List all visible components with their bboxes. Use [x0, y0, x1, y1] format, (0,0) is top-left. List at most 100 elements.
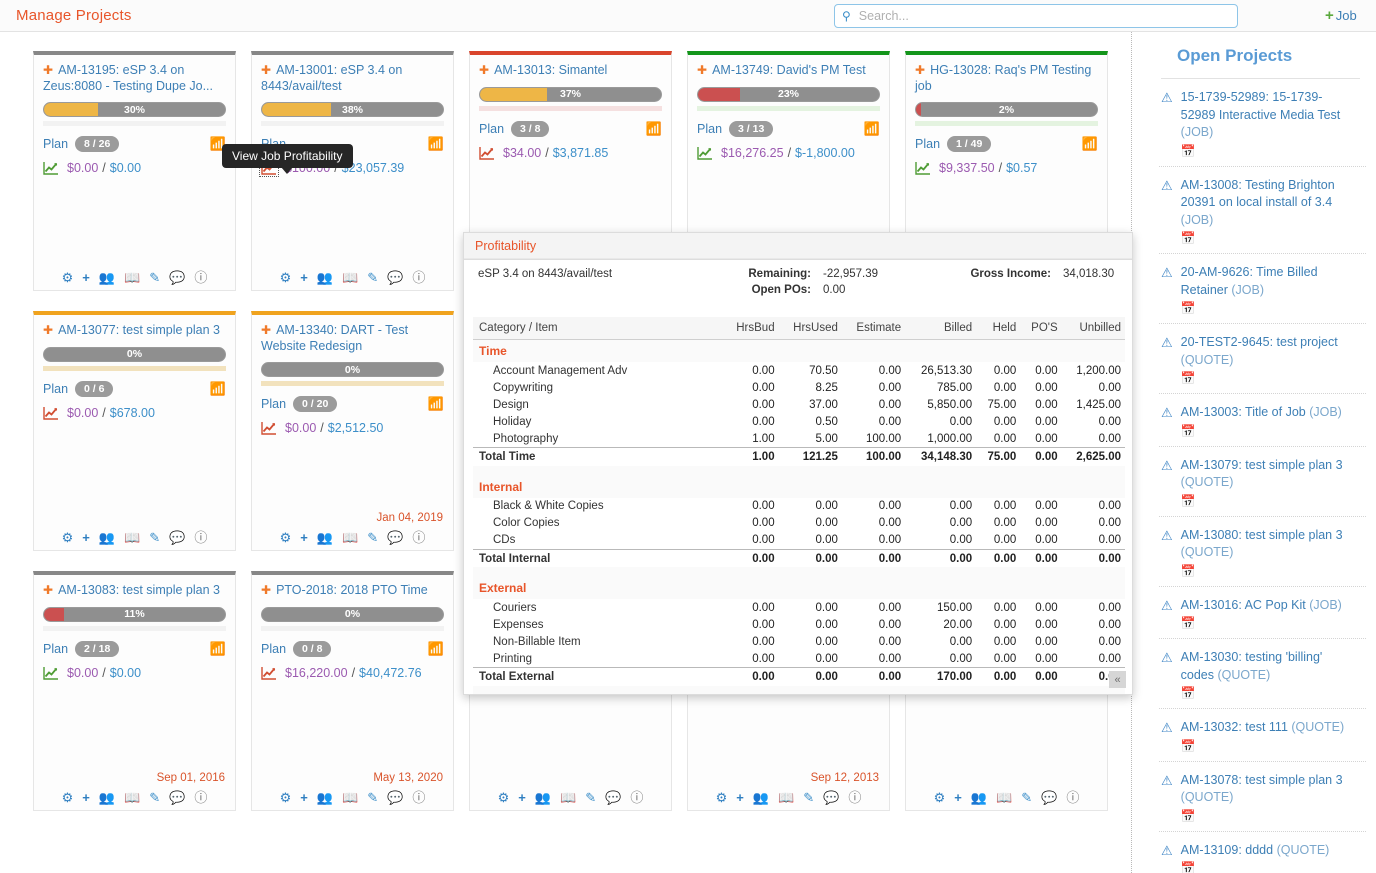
drag-handle-icon[interactable]: ✚ — [261, 323, 271, 337]
gear-icon[interactable]: ⚙ — [498, 791, 510, 804]
sidebar-project-item[interactable]: ⚠ AM-13030: testing 'billing' codes (QUOT… — [1159, 639, 1366, 709]
sidebar-project-link[interactable]: AM-13080: test simple plan 3 (QUOTE) — [1181, 527, 1354, 562]
drag-handle-icon[interactable]: ✚ — [43, 583, 53, 597]
profitability-chart-icon[interactable] — [697, 146, 713, 160]
drag-handle-icon[interactable]: ✚ — [915, 63, 925, 77]
rss-icon[interactable]: 📶 — [428, 396, 444, 412]
sidebar-project-item[interactable]: ⚠ AM-13109: dddd (QUOTE) 📅 — [1159, 832, 1366, 873]
profitability-chart-icon[interactable] — [915, 161, 931, 175]
book-icon[interactable]: 📖 — [342, 271, 358, 284]
search-input[interactable] — [856, 8, 1230, 24]
info-icon[interactable]: ⓘ — [194, 531, 207, 544]
sidebar-project-link[interactable]: 15-1739-52989: 15-1739-52989 Interactive… — [1181, 89, 1354, 142]
edit-icon[interactable]: ✎ — [803, 791, 814, 804]
calendar-icon[interactable]: 📅 — [1181, 144, 1354, 158]
sidebar-project-item[interactable]: ⚠ 20-AM-9626: Time Billed Retainer (JOB) 📅 — [1159, 254, 1366, 324]
gear-icon[interactable]: ⚙ — [280, 531, 292, 544]
card-title[interactable]: ✚ AM-13340: DART - Test Website Redesign — [252, 315, 453, 356]
chat-icon[interactable]: 💬 — [605, 791, 621, 804]
edit-icon[interactable]: ✎ — [367, 271, 378, 284]
users-icon[interactable]: 👥 — [99, 271, 115, 284]
card-title[interactable]: ✚ AM-13195: eSP 3.4 on Zeus:8080 - Testin… — [34, 55, 235, 96]
sidebar-project-link[interactable]: 20-TEST2-9645: test project (QUOTE) — [1181, 334, 1354, 369]
drag-handle-icon[interactable]: ✚ — [261, 63, 271, 77]
card-title[interactable]: ✚ AM-13749: David's PM Test — [688, 55, 889, 81]
calendar-icon[interactable]: 📅 — [1181, 616, 1354, 630]
chat-icon[interactable]: 💬 — [1041, 791, 1057, 804]
calendar-icon[interactable]: 📅 — [1181, 861, 1354, 873]
gear-icon[interactable]: ⚙ — [280, 271, 292, 284]
chat-icon[interactable]: 💬 — [823, 791, 839, 804]
gear-icon[interactable]: ⚙ — [62, 531, 74, 544]
card-title[interactable]: ✚ PTO-2018: 2018 PTO Time — [252, 575, 453, 601]
chat-icon[interactable]: 💬 — [387, 791, 403, 804]
book-icon[interactable]: 📖 — [560, 791, 576, 804]
plus-icon[interactable]: + — [300, 791, 308, 804]
profitability-chart-icon[interactable] — [479, 146, 495, 160]
rss-icon[interactable]: 📶 — [646, 121, 662, 137]
users-icon[interactable]: 👥 — [99, 791, 115, 804]
sidebar-project-link[interactable]: AM-13030: testing 'billing' codes (QUOTE… — [1181, 649, 1354, 684]
rss-icon[interactable]: 📶 — [428, 641, 444, 657]
drag-handle-icon[interactable]: ✚ — [43, 63, 53, 77]
users-icon[interactable]: 👥 — [753, 791, 769, 804]
info-icon[interactable]: ⓘ — [412, 531, 425, 544]
project-card[interactable]: ✚ AM-13195: eSP 3.4 on Zeus:8080 - Testin… — [33, 51, 236, 291]
drag-handle-icon[interactable]: ✚ — [43, 323, 53, 337]
calendar-icon[interactable]: 📅 — [1181, 424, 1354, 438]
book-icon[interactable]: 📖 — [124, 531, 140, 544]
calendar-icon[interactable]: 📅 — [1181, 564, 1354, 578]
info-icon[interactable]: ⓘ — [412, 271, 425, 284]
sidebar-project-link[interactable]: 20-AM-9626: Time Billed Retainer (JOB) — [1181, 264, 1354, 299]
profitability-chart-icon[interactable] — [43, 666, 59, 680]
profitability-chart-icon[interactable] — [43, 161, 59, 175]
info-icon[interactable]: ⓘ — [412, 791, 425, 804]
profitability-chart-icon[interactable] — [261, 666, 277, 680]
search-box[interactable]: ⚲ — [834, 4, 1238, 28]
rss-icon[interactable]: 📶 — [1082, 136, 1098, 152]
gear-icon[interactable]: ⚙ — [280, 791, 292, 804]
rss-icon[interactable]: 📶 — [210, 381, 226, 397]
sidebar-project-item[interactable]: ⚠ AM-13079: test simple plan 3 (QUOTE) 📅 — [1159, 447, 1366, 517]
gear-icon[interactable]: ⚙ — [934, 791, 946, 804]
users-icon[interactable]: 👥 — [317, 791, 333, 804]
edit-icon[interactable]: ✎ — [367, 531, 378, 544]
calendar-icon[interactable]: 📅 — [1181, 231, 1354, 245]
edit-icon[interactable]: ✎ — [149, 271, 160, 284]
users-icon[interactable]: 👥 — [317, 531, 333, 544]
calendar-icon[interactable]: 📅 — [1181, 809, 1354, 823]
users-icon[interactable]: 👥 — [99, 531, 115, 544]
project-card[interactable]: ✚ AM-13340: DART - Test Website Redesign 0… — [251, 311, 454, 551]
collapse-panel-button[interactable]: « — [1109, 671, 1126, 688]
gear-icon[interactable]: ⚙ — [62, 791, 74, 804]
rss-icon[interactable]: 📶 — [210, 641, 226, 657]
info-icon[interactable]: ⓘ — [630, 791, 643, 804]
book-icon[interactable]: 📖 — [124, 791, 140, 804]
sidebar-project-item[interactable]: ⚠ AM-13003: Title of Job (JOB) 📅 — [1159, 394, 1366, 447]
chat-icon[interactable]: 💬 — [169, 531, 185, 544]
book-icon[interactable]: 📖 — [342, 531, 358, 544]
chat-icon[interactable]: 💬 — [387, 271, 403, 284]
rss-icon[interactable]: 📶 — [428, 136, 444, 152]
card-title[interactable]: ✚ AM-13013: Simantel — [470, 55, 671, 81]
sidebar-project-link[interactable]: AM-13109: dddd (QUOTE) — [1181, 842, 1354, 860]
sidebar-project-link[interactable]: AM-13079: test simple plan 3 (QUOTE) — [1181, 457, 1354, 492]
drag-handle-icon[interactable]: ✚ — [261, 583, 271, 597]
plus-icon[interactable]: + — [300, 271, 308, 284]
users-icon[interactable]: 👥 — [971, 791, 987, 804]
plus-icon[interactable]: + — [82, 531, 90, 544]
calendar-icon[interactable]: 📅 — [1181, 301, 1354, 315]
sidebar-project-item[interactable]: ⚠ 15-1739-52989: 15-1739-52989 Interactiv… — [1159, 79, 1366, 167]
chat-icon[interactable]: 💬 — [387, 531, 403, 544]
sidebar-project-item[interactable]: ⚠ AM-13078: test simple plan 3 (QUOTE) 📅 — [1159, 762, 1366, 832]
card-title[interactable]: ✚ AM-13001: eSP 3.4 on 8443/avail/test — [252, 55, 453, 96]
plus-icon[interactable]: + — [954, 791, 962, 804]
users-icon[interactable]: 👥 — [535, 791, 551, 804]
project-card[interactable]: ✚ AM-13077: test simple plan 3 0% Plan 0 / 6… — [33, 311, 236, 551]
calendar-icon[interactable]: 📅 — [1181, 686, 1354, 700]
add-job-button[interactable]: + Job — [1325, 7, 1357, 24]
calendar-icon[interactable]: 📅 — [1181, 371, 1354, 385]
sidebar-project-link[interactable]: AM-13016: AC Pop Kit (JOB) — [1181, 597, 1354, 615]
book-icon[interactable]: 📖 — [124, 271, 140, 284]
profitability-chart-icon[interactable] — [43, 406, 59, 420]
